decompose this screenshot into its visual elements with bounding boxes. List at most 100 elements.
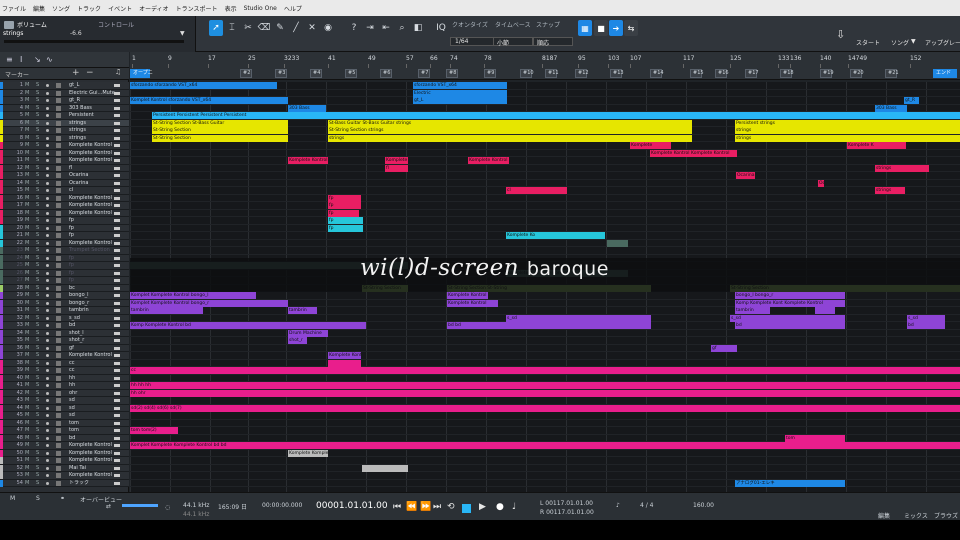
marker[interactable]: #19 (820, 69, 834, 78)
solo-button[interactable]: S (36, 150, 39, 157)
instrument-icon[interactable] (114, 361, 120, 365)
instrument-icon[interactable] (114, 144, 120, 147)
event-clip[interactable]: hh ohr (130, 389, 960, 397)
track-lane[interactable] (130, 307, 960, 315)
instrument-icon[interactable] (114, 421, 120, 425)
track-lane[interactable] (130, 360, 960, 367)
instrument-icon[interactable] (114, 136, 120, 140)
track-lane[interactable] (130, 180, 960, 187)
track-name[interactable]: sd (69, 405, 115, 412)
track-header[interactable]: 5 M S Persistent (0, 112, 129, 120)
track-lane[interactable] (130, 330, 960, 337)
event-clip[interactable]: s_sd (907, 314, 945, 322)
start-button[interactable]: ⇩ (836, 18, 845, 50)
track-header[interactable]: 21 M Sfp (0, 232, 129, 240)
mute-tool-icon[interactable]: ✕ (305, 20, 319, 36)
event-clip[interactable]: strings (735, 134, 960, 142)
monitor-icon[interactable] (56, 428, 61, 433)
marker[interactable]: #17 (745, 69, 759, 78)
mute-button[interactable]: M (25, 277, 29, 284)
event-clip[interactable]: Komplete (385, 157, 408, 165)
record-arm-icon[interactable] (46, 136, 49, 140)
event-clip[interactable]: gt_R (904, 97, 919, 105)
iq-icon[interactable]: IQ (434, 20, 448, 36)
track-name[interactable]: Komplete Kontrol (69, 195, 115, 202)
instrument-icon[interactable] (114, 384, 120, 387)
event-clip[interactable]: strings (875, 164, 929, 172)
track-name[interactable]: 303 Bass (69, 105, 115, 112)
event-clip[interactable]: St-String Section (152, 127, 288, 135)
monitor-icon[interactable] (56, 143, 61, 148)
scroll-follow-icon[interactable]: ⇤ (379, 20, 393, 36)
instrument-icon[interactable] (114, 91, 120, 95)
instrument-icon[interactable] (114, 219, 120, 222)
event-clip[interactable]: Komplet Komplete Kontrol bongo_l (130, 292, 256, 300)
solo-all-button[interactable]: S (36, 495, 40, 502)
track-name[interactable]: shot_r (69, 337, 115, 344)
record-mode-icon[interactable]: ◌ (165, 504, 170, 511)
tempo-display[interactable]: 160.00 (693, 502, 714, 509)
mute-button[interactable]: M (25, 82, 29, 89)
instrument-icon[interactable] (114, 376, 120, 380)
start-label[interactable]: スタート (856, 38, 880, 47)
record-arm-icon[interactable] (46, 106, 49, 110)
track-name[interactable]: gf (69, 345, 115, 352)
record-arm-icon[interactable] (46, 331, 49, 335)
track-name[interactable]: bc (69, 285, 115, 292)
solo-button[interactable]: S (36, 195, 39, 202)
mute-button[interactable]: M (25, 270, 29, 277)
instrument-icon[interactable] (114, 84, 120, 87)
track-header[interactable]: 54 M S トラック (0, 479, 129, 487)
event-clip[interactable]: tambrin (288, 307, 317, 315)
record-arm-icon[interactable] (46, 481, 49, 485)
mute-button[interactable]: M (25, 442, 29, 449)
mute-button[interactable]: M (25, 120, 29, 127)
marker[interactable]: #11 (545, 69, 559, 78)
event-clip[interactable]: St-Bass Guitar St-Bass Guitar strings (328, 119, 692, 127)
track-header[interactable]: 10 M S Komplete Kontrol (0, 149, 129, 157)
monitor-icon[interactable] (56, 285, 61, 291)
solo-button[interactable]: S (36, 390, 39, 397)
track-header[interactable]: 25 M Sfp (0, 262, 129, 270)
metronome-icon[interactable]: ♩ (512, 502, 516, 512)
solo-button[interactable]: S (36, 450, 39, 457)
chevron-down-icon[interactable]: ▼ (180, 30, 185, 37)
record-arm-icon[interactable] (46, 114, 49, 117)
record-arm-icon[interactable] (46, 226, 49, 230)
event-clip[interactable] (328, 359, 361, 367)
record-arm-icon[interactable] (46, 174, 49, 177)
mute-button[interactable]: M (25, 292, 29, 299)
solo-button[interactable]: S (36, 127, 39, 134)
eraser-tool-icon[interactable]: ⌫ (257, 20, 271, 36)
track-header[interactable]: 36 M Sgf (0, 344, 129, 352)
event-clip[interactable]: 303 Bass (875, 104, 907, 112)
track-header[interactable]: 42 M Sohr (0, 389, 129, 397)
solo-button[interactable]: S (36, 225, 39, 232)
track-lane[interactable] (130, 427, 960, 435)
mute-button[interactable]: M (25, 397, 29, 404)
music-note-icon[interactable]: ♫ (115, 68, 121, 76)
bend-tool-icon[interactable]: ╱ (289, 20, 303, 36)
mute-button[interactable]: M (25, 262, 29, 269)
track-lane[interactable] (130, 210, 960, 217)
track-header[interactable]: 47 M Stom (0, 427, 129, 435)
record-arm-icon[interactable] (46, 234, 49, 237)
track-header[interactable]: 23 M S Trumpet Section (0, 247, 129, 255)
mute-button[interactable]: M (25, 225, 29, 232)
track-header[interactable]: 34 M Sshot_l (0, 329, 129, 337)
monitor-icon[interactable] (56, 98, 61, 103)
track-name[interactable]: Komplete Kontrol (69, 352, 115, 359)
instrument-icon[interactable] (114, 331, 120, 335)
mute-button[interactable]: M (25, 322, 29, 329)
record-arm-icon[interactable] (46, 316, 49, 320)
mute-button[interactable]: M (25, 375, 29, 382)
record-arm-icon[interactable] (46, 219, 49, 222)
track-lane[interactable] (130, 157, 960, 165)
solo-button[interactable]: S (36, 442, 39, 449)
track-header[interactable]: 20 M Sfp (0, 224, 129, 232)
marker[interactable]: #7 (418, 69, 430, 78)
menu-audio[interactable]: オーディオ (139, 4, 169, 13)
monitor-icon[interactable] (56, 435, 61, 441)
monitor-icon[interactable] (56, 263, 61, 268)
instrument-icon[interactable] (114, 444, 120, 447)
